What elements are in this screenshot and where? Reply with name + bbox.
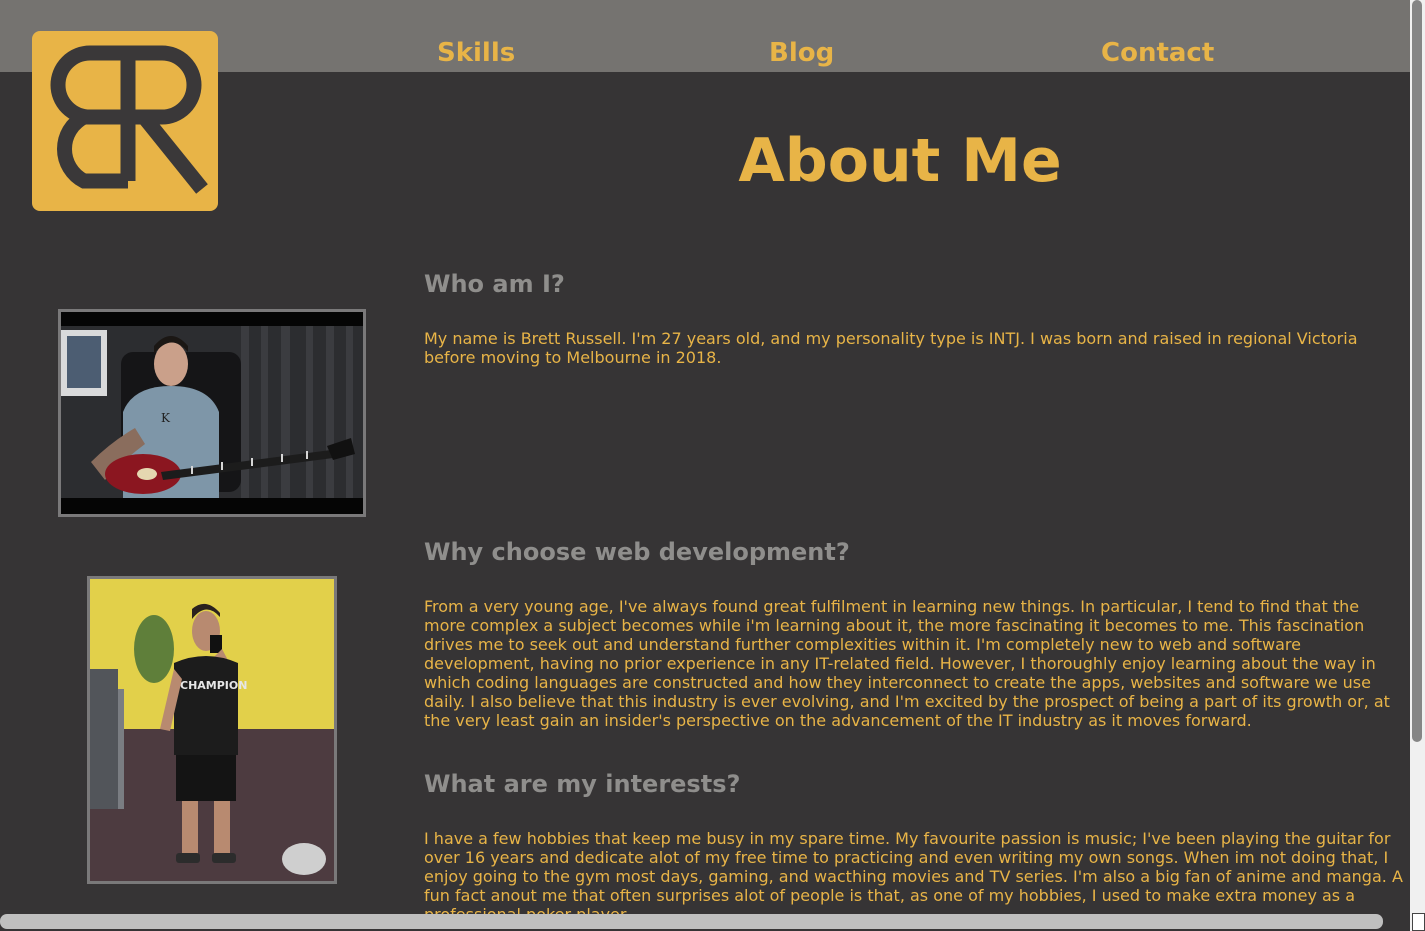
nav-link-contact[interactable]: Contact [1101,36,1214,70]
page-title: About Me [738,126,1062,196]
section-heading-who-am-i: Who am I? [424,270,565,298]
section-text-interests: I have a few hobbies that keep me busy i… [424,829,1403,924]
br-monogram-icon [50,45,208,194]
guitar-photo: K [58,309,366,517]
section-heading-interests: What are my interests? [424,770,741,798]
nav-link-skills[interactable]: Skills [437,36,515,70]
section-text-who-am-i: My name is Brett Russell. I'm 27 years o… [424,329,1358,367]
scrollbar-corner [1412,913,1425,931]
svg-text:CHAMPION: CHAMPION [180,679,247,692]
svg-text:K: K [161,411,171,425]
nav-link-blog[interactable]: Blog [769,36,834,70]
horizontal-scrollbar-thumb[interactable] [0,914,1383,929]
vertical-scrollbar-thumb[interactable] [1412,0,1422,742]
section-heading-why-web-dev: Why choose web development? [424,538,850,566]
section-text-why-web-dev: From a very young age, I've always found… [424,597,1390,730]
br-logo[interactable] [32,31,218,211]
gym-selfie-photo: CHAMPION [87,576,337,884]
